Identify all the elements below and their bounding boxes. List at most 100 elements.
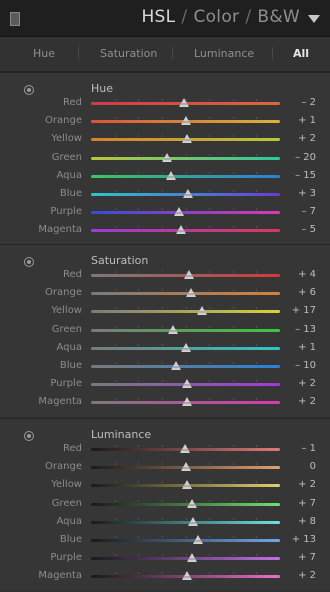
slider-thumb[interactable] [182,397,193,407]
slider-label: Green [51,323,82,335]
slider-value[interactable]: + 2 [298,378,316,389]
slider-tick [185,153,187,156]
slider-tick [232,99,234,101]
section-luminance: Luminance Red – 1 Orange 0 Yellow + 2 Green + 7 A… [0,418,330,590]
slider-thumb[interactable] [187,498,198,508]
slider-tick [138,135,140,138]
slider-tick [256,463,258,466]
slider-value[interactable]: + 2 [298,133,316,144]
slider-row-aqua: Aqua + 1 [0,340,330,358]
slider-thumb[interactable] [168,324,179,334]
slider-ticks [91,171,280,181]
section-title: Saturation [91,254,149,267]
collapse-triangle-icon[interactable] [308,15,320,23]
slider-value[interactable]: + 1 [298,115,316,126]
slider-thumb[interactable] [178,98,189,107]
slider-tick [185,536,187,538]
slider-value[interactable]: + 13 [292,534,316,545]
tab-saturation[interactable]: Saturation [100,47,157,60]
slider-tick [114,190,116,192]
slider-value[interactable]: + 2 [298,396,316,407]
slider-tick [232,153,234,156]
slider-thumb[interactable] [166,170,177,180]
slider-value[interactable]: – 20 [295,152,316,163]
tab-hue[interactable]: Hue [33,47,55,60]
slider-value[interactable]: + 6 [298,287,316,298]
slider-thumb[interactable] [179,444,190,453]
slider-thumb[interactable] [173,207,184,217]
slider-value[interactable]: – 5 [301,224,316,235]
title-bw[interactable]: B&W [257,7,300,27]
panel-switch-icon[interactable] [10,12,20,26]
slider-thumb[interactable] [181,116,192,126]
slider-thumb[interactable] [181,342,192,352]
slider-tick [161,572,163,575]
slider-tick [209,117,211,120]
title-color[interactable]: Color [193,7,239,27]
targeted-adjustment-icon[interactable] [24,85,34,95]
slider-label: Aqua [56,169,82,181]
slider-thumb[interactable] [180,462,191,472]
slider-value[interactable]: + 4 [298,269,316,280]
slider-thumb[interactable] [182,134,193,144]
slider-tick [161,517,163,520]
slider-row-red: Red – 1 [0,441,330,459]
slider-value[interactable]: + 1 [298,342,316,353]
tab-all[interactable]: All [293,47,309,60]
slider-thumb[interactable] [188,516,199,526]
slider-thumb[interactable] [175,225,186,235]
slider-thumb[interactable] [182,571,193,581]
slider-thumb[interactable] [184,270,195,279]
slider-ticks [91,307,280,316]
title-hsl[interactable]: HSL [141,7,175,27]
slider-tick [138,171,140,174]
slider-tick [114,171,116,174]
slider-tick [256,398,258,401]
slider-value[interactable]: + 7 [298,498,316,509]
slider-tick [138,271,140,273]
slider-tick [161,99,163,101]
slider-value[interactable]: + 3 [298,188,316,199]
slider-label: Red [63,269,82,280]
slider-thumb[interactable] [186,288,197,298]
slider-thumb[interactable] [182,379,193,389]
slider-value[interactable]: – 15 [295,170,316,181]
slider-tick [138,117,140,120]
slider-tick [114,517,116,520]
slider-thumb[interactable] [182,480,193,490]
slider-thumb[interactable] [171,361,182,370]
slider-tick [209,463,211,466]
slider-value[interactable]: – 1 [301,443,316,454]
slider-value[interactable]: + 7 [298,552,316,563]
tab-luminance[interactable]: Luminance [194,47,254,60]
slider-value[interactable]: 0 [310,461,316,472]
slider-ticks [91,153,280,163]
slider-value[interactable]: – 2 [301,97,316,108]
slider-thumb[interactable] [192,535,203,544]
slider-thumb[interactable] [196,306,207,316]
slider-thumb[interactable] [187,553,198,563]
slider-value[interactable]: – 7 [301,206,316,217]
panel-header[interactable]: HSL / Color / B&W [0,0,330,37]
slider-tick [209,325,211,328]
slider-value[interactable]: + 17 [292,305,316,316]
slider-tick [209,499,211,502]
slider-value[interactable]: + 2 [298,570,316,581]
slider-thumb[interactable] [161,152,172,162]
slider-tick [209,289,211,292]
targeted-adjustment-icon[interactable] [24,257,34,267]
slider-value[interactable]: + 2 [298,479,316,490]
slider-row-red: Red – 2 [0,95,330,113]
tab-divider [172,47,173,59]
slider-tick [161,289,163,292]
slider-tick [209,362,211,364]
slider-label: Red [63,97,82,108]
slider-value[interactable]: – 10 [295,360,316,371]
slider-tick [256,153,258,156]
slider-value[interactable]: + 8 [298,516,316,527]
slider-value[interactable]: – 13 [295,324,316,335]
slider-thumb[interactable] [183,189,194,198]
slider-tick [256,99,258,101]
targeted-adjustment-icon[interactable] [24,431,34,441]
slider-row-green: Green + 7 [0,496,330,514]
